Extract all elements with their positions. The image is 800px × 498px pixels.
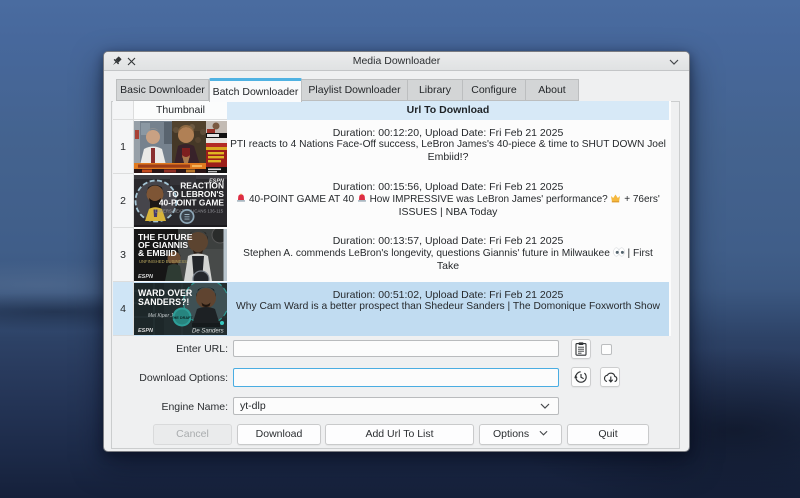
svg-text:40-POINT GAME: 40-POINT GAME — [159, 198, 225, 208]
svg-text:De Sanders: De Sanders — [192, 329, 224, 335]
svg-text:& EMBIID: & EMBIID — [138, 248, 177, 258]
svg-text:UNFINISHED BUSINESS: UNFINISHED BUSINESS — [139, 259, 187, 264]
svg-text:SANDERS?!: SANDERS?! — [138, 297, 189, 307]
svg-text:ESPN: ESPN — [209, 179, 225, 185]
svg-text:ESPN: ESPN — [138, 328, 154, 334]
svg-text:THE DRAFT: THE DRAFT — [171, 316, 193, 320]
svg-text:ESPN: ESPN — [138, 274, 154, 280]
